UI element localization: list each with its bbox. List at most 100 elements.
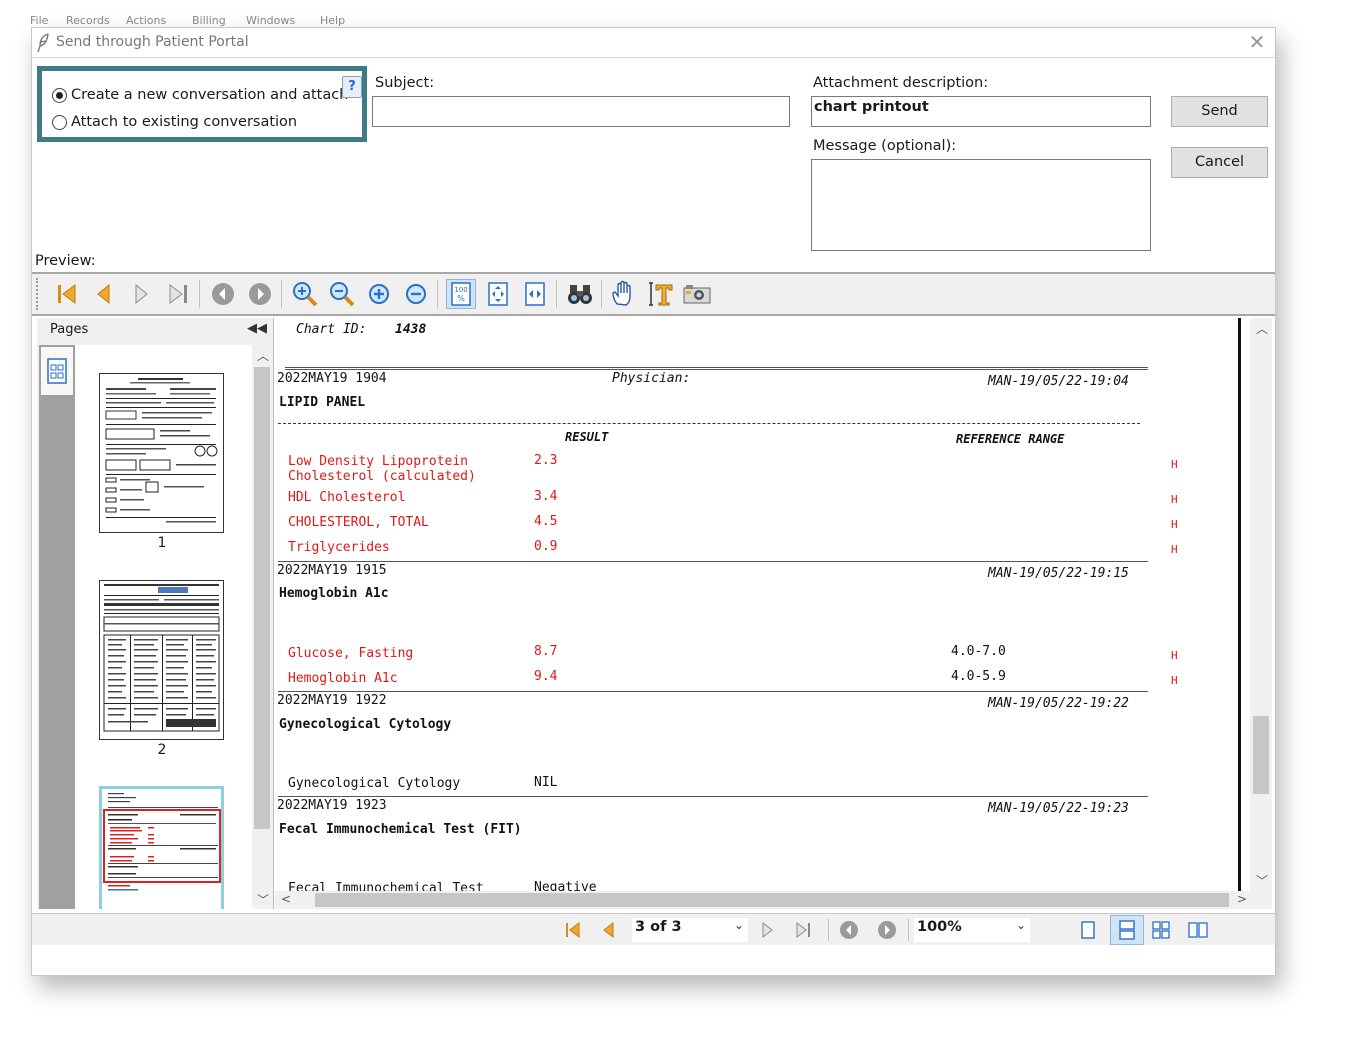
document-preview: Chart ID: 1438 2022MAY19 1904 Physician:… <box>275 318 1241 891</box>
result-value: Negative <box>534 880 597 891</box>
result-value: 9.4 <box>534 669 558 684</box>
attachment-description-label: Attachment description: <box>813 75 989 91</box>
abnormal-flag: H <box>1171 458 1178 471</box>
zoom-in-icon[interactable] <box>364 279 394 309</box>
continuous-view-icon[interactable] <box>1110 915 1144 945</box>
menu-file[interactable]: File <box>30 14 48 26</box>
subject-input[interactable] <box>372 96 790 127</box>
menu-records[interactable]: Records <box>66 14 110 26</box>
previous-page-icon[interactable] <box>89 279 119 309</box>
section-timestamp: 2022MAY19 1922 <box>277 693 387 708</box>
scrollbar-thumb[interactable] <box>1253 716 1269 794</box>
page-thumbnail-number: 1 <box>157 535 167 551</box>
snapshot-camera-icon[interactable] <box>682 279 712 309</box>
section-divider <box>285 367 1148 370</box>
abnormal-flag: H <box>1171 543 1178 556</box>
thumbnails-tab-icon[interactable] <box>41 347 73 395</box>
section-title: Gynecological Cytology <box>279 717 452 732</box>
result-name: CHOLESTEROL, TOTAL <box>288 515 429 530</box>
menu-actions[interactable]: Actions <box>126 14 166 26</box>
preview-toolbar: 100% <box>32 274 1275 316</box>
menu-help[interactable]: Help <box>320 14 345 26</box>
zoom-out-magnifier-icon[interactable] <box>327 279 357 309</box>
result-name: Cholesterol (calculated) <box>288 469 476 484</box>
section-divider <box>278 561 1148 562</box>
reference-range-header: REFERENCE RANGE <box>956 432 1065 446</box>
page-thumbnail-3[interactable] <box>99 786 224 909</box>
hand-tool-icon[interactable] <box>608 279 638 309</box>
preview-label: Preview: <box>35 253 96 269</box>
scrollbar-thumb[interactable] <box>315 893 1229 907</box>
result-name: Low Density Lipoprotein <box>288 454 469 469</box>
result-name: HDL Cholesterol <box>288 490 406 505</box>
history-forward-icon[interactable] <box>245 279 275 309</box>
history-back-icon[interactable] <box>838 919 860 941</box>
scroll-left-icon[interactable]: < <box>281 892 291 906</box>
last-page-icon[interactable] <box>163 279 193 309</box>
history-back-icon[interactable] <box>208 279 238 309</box>
cancel-button[interactable]: Cancel <box>1171 147 1268 178</box>
page-indicator-value: 3 of 3 <box>635 919 682 935</box>
zoom-in-magnifier-icon[interactable] <box>290 279 320 309</box>
actual-size-icon[interactable]: 100% <box>446 279 476 309</box>
single-page-view-icon[interactable] <box>1077 919 1099 941</box>
toolbar-grip[interactable] <box>36 278 40 310</box>
zoom-out-icon[interactable] <box>401 279 431 309</box>
abnormal-flag: H <box>1171 649 1178 662</box>
find-binoculars-icon[interactable] <box>565 279 595 309</box>
two-page-view-icon[interactable] <box>1187 919 1209 941</box>
chart-id-value: 1438 <box>395 322 427 337</box>
fit-page-icon[interactable] <box>483 279 513 309</box>
document-horizontal-scrollbar[interactable]: < > <box>275 891 1272 909</box>
message-textarea[interactable] <box>811 159 1151 251</box>
scrollbar-thumb[interactable] <box>254 367 270 829</box>
help-icon[interactable]: ? <box>342 76 362 98</box>
section-timestamp: 2022MAY19 1915 <box>277 563 387 578</box>
result-value: 3.4 <box>534 489 558 504</box>
pages-vertical-scrollbar[interactable]: ︿ ﹀ <box>252 345 272 909</box>
result-name: Triglycerides <box>288 540 390 555</box>
attachment-description-input[interactable]: chart printout <box>811 96 1151 127</box>
app-menu-strip: File Records Actions Billing Windows Hel… <box>30 0 430 26</box>
menu-windows[interactable]: Windows <box>246 14 295 26</box>
result-value: 2.3 <box>534 453 558 468</box>
pages-thumbnail-list: 1 2 <box>75 345 252 909</box>
text-select-icon[interactable] <box>645 279 675 309</box>
page-thumbnail-1[interactable] <box>99 373 224 533</box>
multi-page-view-icon[interactable] <box>1150 919 1172 941</box>
last-page-icon[interactable] <box>792 919 814 941</box>
next-page-icon[interactable] <box>756 919 778 941</box>
close-icon[interactable]: ✕ <box>1245 30 1269 54</box>
section-timestamp: 2022MAY19 1904 <box>277 371 387 386</box>
history-forward-icon[interactable] <box>876 919 898 941</box>
fit-width-icon[interactable] <box>520 279 550 309</box>
section-ref: MAN-19/05/22-19:04 <box>988 374 1129 389</box>
next-page-icon[interactable] <box>126 279 156 309</box>
scroll-up-icon[interactable]: ︿ <box>1256 320 1268 337</box>
document-vertical-scrollbar[interactable]: ︿ ﹀ <box>1250 318 1272 891</box>
dashed-divider <box>278 423 1140 424</box>
section-divider <box>278 691 1148 692</box>
radio-selected-icon <box>52 87 67 103</box>
first-page-icon[interactable] <box>52 279 82 309</box>
page-indicator-combo[interactable]: 3 of 3 ⌄ <box>632 918 748 942</box>
menu-billing[interactable]: Billing <box>192 14 226 26</box>
scroll-up-icon[interactable]: ︿ <box>257 347 269 364</box>
result-header: RESULT <box>565 430 609 444</box>
send-button[interactable]: Send <box>1171 96 1268 127</box>
page-thumbnail-2[interactable] <box>99 580 224 740</box>
create-new-conversation-radio[interactable]: Create a new conversation and attach <box>52 84 348 106</box>
abnormal-flag: H <box>1171 518 1178 531</box>
scroll-down-icon[interactable]: ﹀ <box>257 891 269 908</box>
conversation-options-box: Create a new conversation and attach Att… <box>37 66 367 142</box>
previous-page-icon[interactable] <box>598 919 620 941</box>
first-page-icon[interactable] <box>562 919 584 941</box>
zoom-combo[interactable]: 100% ⌄ <box>914 918 1030 942</box>
section-ref: MAN-19/05/22-19:23 <box>988 801 1129 816</box>
section-ref: MAN-19/05/22-19:22 <box>988 696 1129 711</box>
collapse-panel-icon[interactable]: ◀◀ <box>247 321 267 336</box>
scroll-right-icon[interactable]: > <box>1237 892 1247 906</box>
pages-panel: Pages ◀◀ 1 2 ︿ ﹀ <box>37 318 274 909</box>
scroll-down-icon[interactable]: ﹀ <box>1256 872 1268 889</box>
attach-existing-conversation-radio[interactable]: Attach to existing conversation <box>52 111 297 133</box>
